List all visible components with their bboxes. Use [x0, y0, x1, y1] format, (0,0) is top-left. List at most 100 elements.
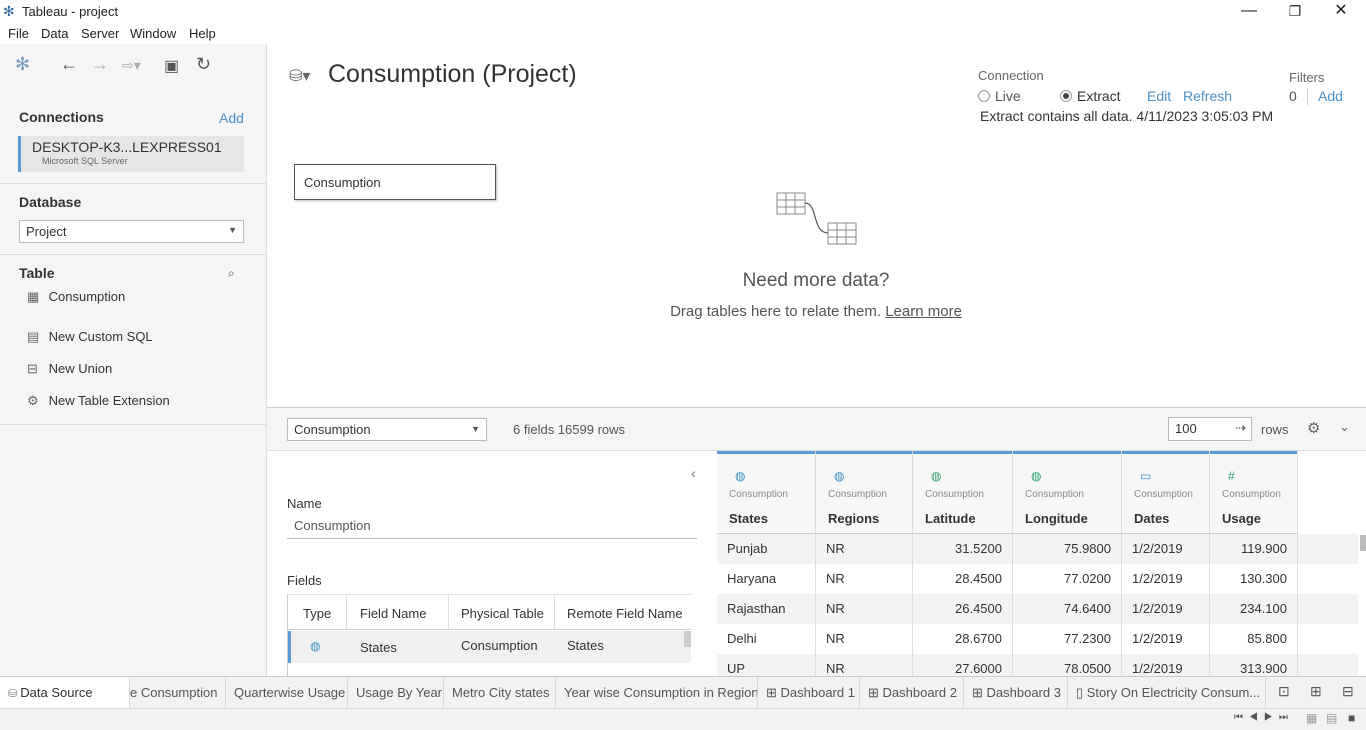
- close-button[interactable]: ✕: [1318, 0, 1364, 24]
- fields-table-row[interactable]: ◍ States Consumption States: [288, 631, 691, 663]
- logical-table-label: Consumption: [304, 175, 381, 190]
- table-item-consumption[interactable]: ▦ Consumption: [27, 289, 125, 305]
- table-item-label: New Union: [48, 361, 113, 376]
- datasource-icon: ⛁: [8, 688, 21, 700]
- header-field-name[interactable]: Field Name: [360, 606, 426, 621]
- grid-column-header[interactable]: ◍ Consumption States: [717, 451, 815, 534]
- menu-window[interactable]: Window: [130, 26, 176, 41]
- sheet-sorter-icon[interactable]: ▦: [1306, 711, 1317, 725]
- new-story-icon[interactable]: ⊟: [1342, 683, 1354, 700]
- database-value: Project: [26, 224, 67, 239]
- add-filter-link[interactable]: Add: [1318, 88, 1343, 104]
- search-icon[interactable]: ⌕: [228, 266, 235, 281]
- globe-icon[interactable]: ◍: [1031, 469, 1041, 483]
- radio-selected-icon: [1060, 90, 1072, 102]
- chevron-down-icon[interactable]: ⌄: [1339, 419, 1350, 435]
- menu-help[interactable]: Help: [189, 26, 216, 41]
- menu-data[interactable]: Data: [41, 26, 68, 41]
- tab-data-source[interactable]: ⛁ Data Source: [0, 677, 130, 708]
- tab-story[interactable]: ▯ Story On Electricity Consum...: [1068, 677, 1266, 708]
- globe-icon[interactable]: ◍: [931, 469, 941, 483]
- header-remote-field-name[interactable]: Remote Field Name: [567, 606, 683, 621]
- tab-dashboard-2[interactable]: ⊞ Dashboard 2: [860, 677, 964, 708]
- table-select-value: Consumption: [294, 422, 371, 437]
- grid-row-filler: [1298, 534, 1358, 564]
- grid-column-header[interactable]: ◍ Consumption Regions: [816, 451, 912, 534]
- tabs-view-icon[interactable]: ■: [1348, 711, 1355, 725]
- tab-usage-by-year[interactable]: Usage By Year: [348, 677, 444, 708]
- redo-dropdown-icon[interactable]: ⇨▾: [122, 57, 141, 74]
- column-source: Consumption: [925, 489, 984, 500]
- database-select[interactable]: Project ▼: [19, 220, 244, 243]
- connection-item[interactable]: DESKTOP-K3...LEXPRESS01 Microsoft SQL Se…: [18, 136, 244, 172]
- refresh-extract-link[interactable]: Refresh: [1183, 88, 1232, 104]
- rows-label: rows: [1261, 422, 1289, 437]
- number-icon[interactable]: #: [1228, 469, 1235, 483]
- rows-input[interactable]: 100 ⇢: [1168, 417, 1252, 441]
- tab-dashboard-1[interactable]: ⊞ Dashboard 1: [758, 677, 860, 708]
- tab-metro-city-states[interactable]: Metro City states: [444, 677, 556, 708]
- sheet-navigation-icons[interactable]: ⏮◀▶⏭: [1234, 712, 1294, 723]
- table-title: Table: [19, 265, 55, 281]
- new-worksheet-icon[interactable]: ⊡: [1278, 683, 1290, 700]
- globe-icon[interactable]: ◍: [310, 639, 320, 653]
- learn-more-link[interactable]: Learn more: [885, 303, 962, 320]
- save-icon[interactable]: ▣: [164, 56, 179, 76]
- tab-year-wise-consumption[interactable]: Year wise Consumption in Region: [556, 677, 758, 708]
- grid-column-header[interactable]: # Consumption Usage: [1210, 451, 1297, 534]
- name-field[interactable]: Consumption: [287, 516, 697, 539]
- status-bar: ⏮◀▶⏭ ▦ ▤ ■: [0, 708, 1366, 730]
- page-title[interactable]: Consumption (Project): [328, 60, 577, 89]
- table-item-new-union[interactable]: ⊟ New Union: [27, 361, 112, 377]
- column-name: Longitude: [1025, 511, 1088, 526]
- new-dashboard-icon[interactable]: ⊞: [1310, 683, 1322, 700]
- header-type[interactable]: Type: [303, 606, 331, 621]
- table-item-new-custom-sql[interactable]: ▤ New Custom SQL: [27, 329, 153, 345]
- tab-dashboard-3[interactable]: ⊞ Dashboard 3: [964, 677, 1068, 708]
- forward-icon[interactable]: →: [91, 54, 109, 75]
- collapse-icon[interactable]: ‹: [691, 465, 696, 481]
- datasource-icon[interactable]: ⛁▾: [289, 66, 310, 86]
- table-item-label: New Custom SQL: [48, 329, 153, 344]
- back-icon[interactable]: ←: [60, 54, 78, 75]
- grid-column-header[interactable]: ◍ Consumption Longitude: [1013, 451, 1121, 534]
- header-physical-table[interactable]: Physical Table: [461, 606, 544, 621]
- tableau-home-icon[interactable]: ✻: [15, 54, 30, 75]
- globe-icon[interactable]: ◍: [834, 469, 844, 483]
- calendar-icon[interactable]: ▭: [1140, 469, 1151, 483]
- restore-button[interactable]: ❐: [1272, 0, 1318, 24]
- scrollbar[interactable]: [684, 631, 691, 647]
- refresh-icon[interactable]: ↻: [196, 54, 211, 75]
- globe-icon[interactable]: ◍: [735, 469, 745, 483]
- table-select[interactable]: Consumption ▼: [287, 418, 487, 441]
- grid-row-filler: [1298, 564, 1358, 594]
- divider: [554, 595, 555, 631]
- tab-e-consumption[interactable]: e Consumption: [130, 677, 226, 708]
- field-name-cell: States: [360, 640, 397, 655]
- menu-server[interactable]: Server: [81, 26, 119, 41]
- grid-column-header[interactable]: ◍ Consumption Latitude: [913, 451, 1012, 534]
- grid-cell: 31.5200: [913, 534, 1012, 564]
- dashboard-icon: ⊞: [972, 685, 987, 700]
- grid-cell: 78.0500: [1013, 654, 1121, 677]
- dashboard-icon: ⊞: [868, 685, 883, 700]
- edit-extract-link[interactable]: Edit: [1147, 88, 1171, 104]
- extract-radio[interactable]: Extract: [1060, 88, 1121, 104]
- arrow-right-icon[interactable]: ⇢: [1235, 420, 1246, 436]
- menu-file[interactable]: File: [8, 26, 29, 41]
- logical-table-box[interactable]: Consumption: [294, 164, 496, 200]
- minimize-button[interactable]: —: [1226, 0, 1272, 24]
- live-radio[interactable]: Live: [978, 88, 1021, 104]
- add-connection-link[interactable]: Add: [219, 110, 244, 126]
- grid-cell: Haryana: [717, 564, 815, 594]
- grid-column: ◍ Consumption Regions NR NR NR NR NR: [816, 451, 913, 677]
- filmstrip-icon[interactable]: ▤: [1326, 711, 1337, 725]
- tab-quarterwise-usage[interactable]: Quarterwise Usage: [226, 677, 348, 708]
- grid-toolbar: Consumption ▼ 6 fields 16599 rows 100 ⇢ …: [267, 408, 1366, 451]
- grid-column-header[interactable]: ▭ Consumption Dates: [1122, 451, 1209, 534]
- fields-table-header: Type Field Name Physical Table Remote Fi…: [288, 594, 691, 631]
- grid-column: ◍ Consumption Longitude 75.9800 77.0200 74.64…: [1013, 451, 1122, 677]
- gear-icon[interactable]: ⚙: [1307, 419, 1320, 437]
- scrollbar[interactable]: [1360, 535, 1366, 551]
- table-item-new-table-extension[interactable]: ⚙ New Table Extension: [27, 393, 170, 409]
